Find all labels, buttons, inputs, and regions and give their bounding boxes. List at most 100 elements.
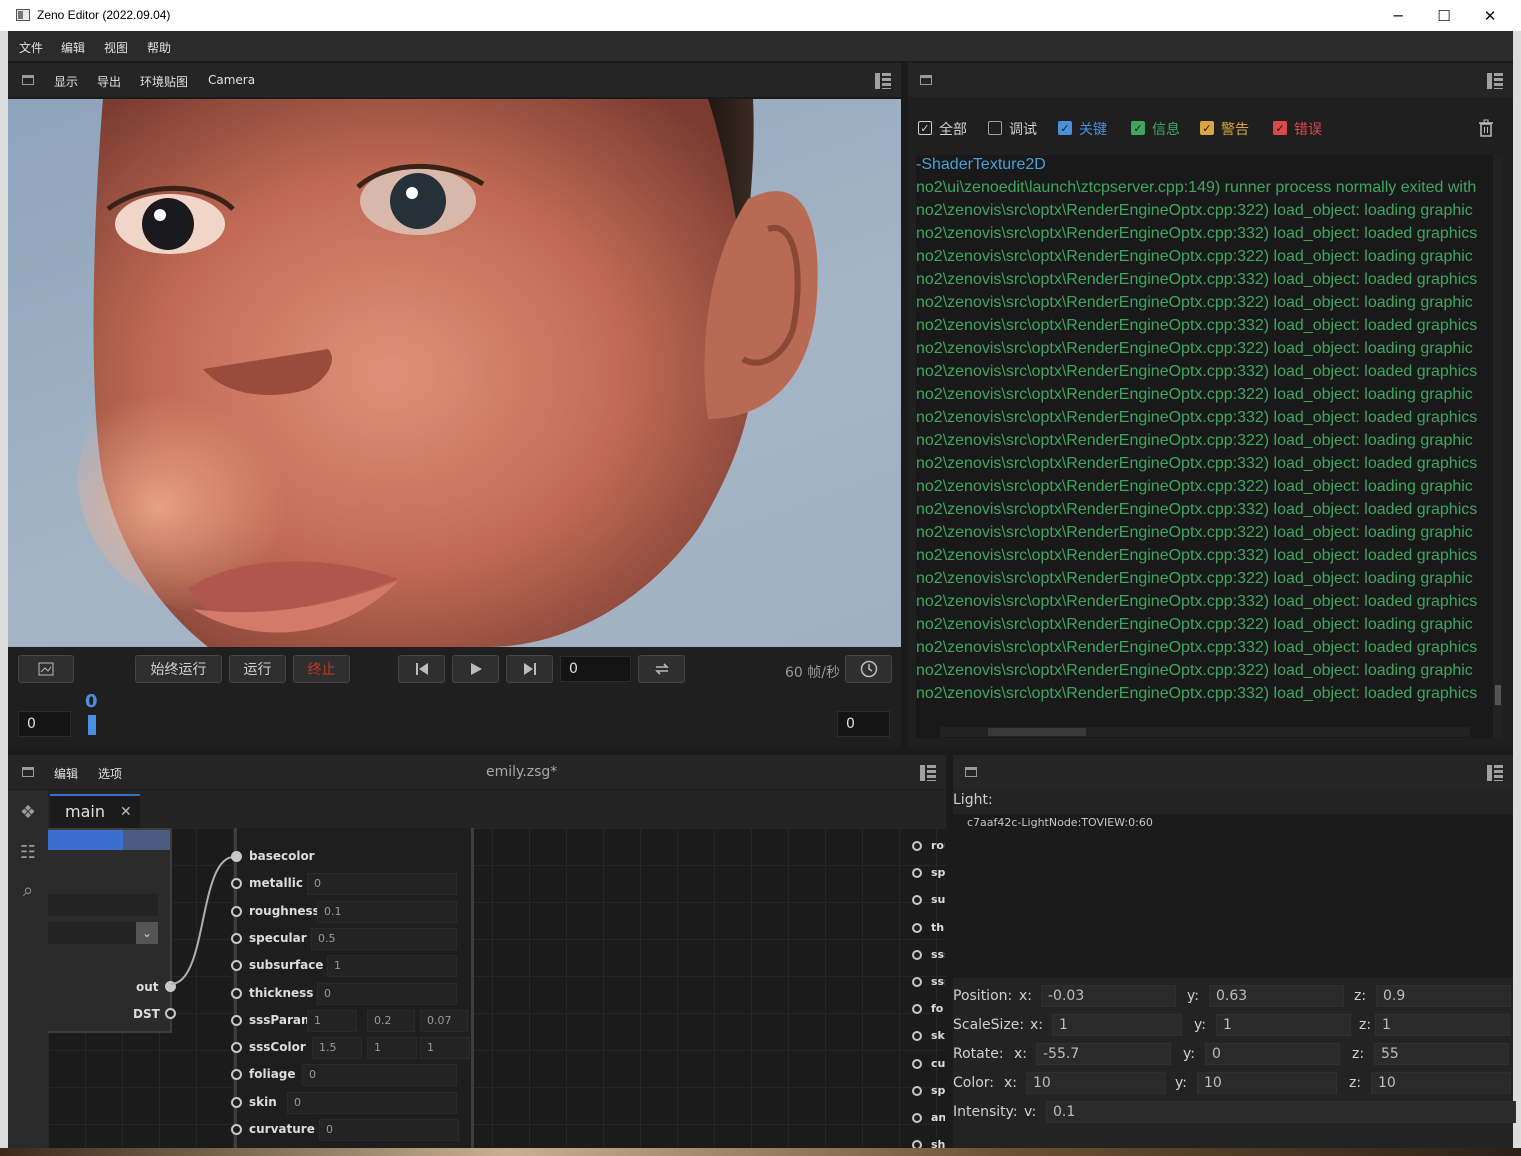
filter-checkbox-1[interactable]: [988, 121, 1002, 135]
param-value-specular[interactable]: 0.5: [311, 927, 457, 950]
input-port-subsurface[interactable]: [231, 960, 242, 972]
input-port-sssColor[interactable]: [231, 1042, 242, 1054]
loop-button[interactable]: [638, 655, 685, 683]
output-node-port[interactable]: [912, 1113, 922, 1123]
light-list-item[interactable]: c7aaf42c-LightNode:TOVIEW:0:60: [967, 816, 1153, 829]
tree-icon[interactable]: ☷: [18, 842, 38, 863]
menu-edit[interactable]: 编辑: [61, 39, 85, 56]
material-node[interactable]: basecolor metallic 0 roughness 0.1 specular 0.…: [231, 828, 474, 1148]
menu-file[interactable]: 文件: [19, 39, 43, 56]
layout-split-icon[interactable]: [920, 765, 936, 781]
output-node-port[interactable]: [912, 1085, 922, 1096]
timeline-slider-handle[interactable]: [88, 715, 96, 735]
filter-checkbox-3[interactable]: ✓: [1131, 121, 1145, 135]
output-node-port[interactable]: [912, 1004, 922, 1015]
viewport-tool-camera[interactable]: Camera: [208, 73, 255, 87]
trash-icon[interactable]: [1478, 119, 1494, 137]
layout-split-icon[interactable]: [1487, 73, 1503, 89]
filter-checkbox-0[interactable]: ✓: [918, 121, 932, 135]
timing-button[interactable]: [845, 655, 892, 683]
panel-menu-icon[interactable]: [22, 767, 34, 777]
search-icon[interactable]: ⌕: [18, 880, 38, 901]
render-viewport[interactable]: [8, 99, 901, 647]
prop-value-input[interactable]: 0.1: [1046, 1101, 1516, 1123]
tab-close-icon[interactable]: ✕: [120, 804, 132, 820]
prop-value-input[interactable]: 0: [1205, 1043, 1340, 1065]
param-value-sssColor[interactable]: 1: [420, 1037, 470, 1060]
output-node-ports[interactable]: rou sp su thi sss sss fo sk cu sp an sh: [910, 828, 946, 1148]
input-port-foliage[interactable]: [231, 1069, 242, 1081]
prop-value-input[interactable]: 1: [1052, 1014, 1182, 1036]
timeline-start-input[interactable]: 0: [18, 711, 71, 737]
param-value-metallic[interactable]: 0: [307, 873, 457, 896]
prev-frame-button[interactable]: [398, 655, 445, 683]
param-value-roughness[interactable]: 0.1: [317, 900, 457, 923]
viewport-tool-display[interactable]: 显示: [54, 73, 78, 90]
param-value-curvature[interactable]: 0: [319, 1119, 459, 1141]
panel-menu-icon[interactable]: [965, 767, 977, 777]
param-value-foliage[interactable]: 0: [302, 1064, 457, 1087]
filter-label-5[interactable]: 错误: [1294, 119, 1322, 139]
prop-value-input[interactable]: 10: [1197, 1072, 1337, 1094]
layout-split-icon[interactable]: [1487, 765, 1503, 781]
layout-split-icon[interactable]: [875, 73, 891, 89]
prop-value-input[interactable]: 0.63: [1209, 985, 1344, 1007]
output-node-port[interactable]: [912, 895, 922, 906]
output-node-port[interactable]: [912, 977, 922, 987]
output-node-port[interactable]: [912, 1031, 922, 1042]
panel-menu-icon[interactable]: [920, 75, 932, 85]
input-port-metallic[interactable]: [231, 878, 242, 890]
output-node-port[interactable]: [912, 922, 922, 933]
menu-view[interactable]: 视图: [104, 39, 128, 56]
prop-value-input[interactable]: -0.03: [1041, 985, 1176, 1007]
input-port-basecolor[interactable]: [231, 851, 242, 862]
output-node-port[interactable]: [912, 841, 922, 851]
param-value-sssParam[interactable]: 1: [307, 1009, 357, 1032]
close-window-button[interactable]: ✕: [1467, 0, 1513, 31]
stop-button[interactable]: 终止: [293, 655, 350, 683]
prop-value-input[interactable]: -55.7: [1036, 1043, 1171, 1065]
menu-help[interactable]: 帮助: [147, 39, 171, 56]
play-button[interactable]: [452, 655, 499, 683]
filter-label-3[interactable]: 信息: [1152, 119, 1180, 139]
timeline-end-input[interactable]: 0: [837, 711, 890, 737]
graph-tool-edit[interactable]: 编辑: [54, 765, 78, 782]
input-port-thickness[interactable]: [231, 987, 242, 999]
log-horizontal-scrollbar[interactable]: [940, 727, 1470, 737]
prop-value-input[interactable]: 1: [1375, 1014, 1510, 1036]
prop-value-input[interactable]: 10: [1371, 1072, 1511, 1094]
light-list[interactable]: c7aaf42c-LightNode:TOVIEW:0:60: [953, 814, 1513, 978]
filter-label-1[interactable]: 调试: [1009, 119, 1037, 139]
viewport-tool-envmap[interactable]: 环境贴图: [140, 73, 188, 90]
filter-label-4[interactable]: 警告: [1221, 119, 1249, 139]
input-port-skin[interactable]: [231, 1096, 242, 1108]
output-node-port[interactable]: [912, 1140, 922, 1148]
filter-checkbox-2[interactable]: ✓: [1058, 121, 1072, 135]
filter-checkbox-4[interactable]: ✓: [1200, 121, 1214, 135]
output-node-port[interactable]: [912, 868, 922, 879]
node-graph-canvas[interactable]: ⌄ out DST basecolor metallic 0 roughness 0.1…: [48, 828, 946, 1148]
param-value-thickness[interactable]: 0: [317, 982, 457, 1005]
output-node-port[interactable]: [912, 949, 922, 960]
param-value-subsurface[interactable]: 1: [327, 955, 457, 978]
graph-tool-options[interactable]: 选项: [98, 765, 122, 782]
minimize-button[interactable]: ─: [1375, 0, 1421, 31]
run-button[interactable]: 运行: [229, 655, 286, 683]
param-value-skin[interactable]: 0: [287, 1091, 457, 1114]
maximize-button[interactable]: ☐: [1421, 0, 1467, 31]
prop-value-input[interactable]: 1: [1216, 1014, 1351, 1036]
subnet-icon[interactable]: ❖: [18, 802, 38, 823]
input-port-curvature[interactable]: [231, 1124, 242, 1135]
filter-label-2[interactable]: 关键: [1079, 119, 1107, 139]
frame-input[interactable]: 0: [560, 656, 631, 682]
output-node-port[interactable]: [912, 1058, 922, 1069]
record-button[interactable]: [18, 655, 74, 683]
input-port-sssParam[interactable]: [231, 1014, 242, 1026]
prop-value-input[interactable]: 55: [1374, 1043, 1509, 1065]
filter-checkbox-5[interactable]: ✓: [1273, 121, 1287, 135]
viewport-tool-export[interactable]: 导出: [97, 73, 121, 90]
input-port-specular[interactable]: [231, 932, 242, 944]
prop-value-input[interactable]: 10: [1026, 1072, 1166, 1094]
input-port-roughness[interactable]: [231, 905, 242, 917]
tab-main[interactable]: main ✕: [50, 794, 140, 828]
